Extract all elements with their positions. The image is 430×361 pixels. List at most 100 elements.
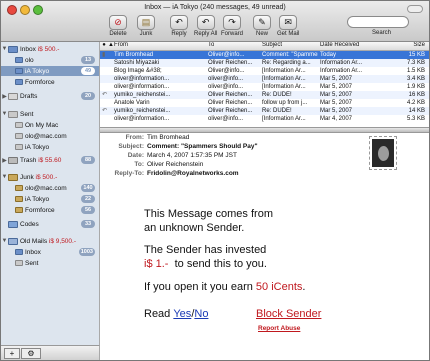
table-cell: Mar 5, 2007 xyxy=(320,76,353,82)
column-header-size[interactable]: Size xyxy=(403,42,425,48)
compose-icon: ✎ xyxy=(253,15,271,30)
forward-button[interactable]: ↷ Forward xyxy=(221,15,243,37)
unread-count-badge: 13 xyxy=(81,56,95,64)
table-row[interactable]: Satoshi Miyazaki Oliver Reichen... Re: Reg… xyxy=(100,59,429,67)
table-cell: Oliver@info... xyxy=(208,68,245,74)
table-row[interactable]: ↶ yumiko_reichenstei... Oliver Reichen... R… xyxy=(100,107,429,115)
table-row[interactable]: ↶ yumiko_reichenstei... Oliver Reichen... R… xyxy=(100,91,429,99)
to-label: To: xyxy=(134,161,144,168)
table-cell: Tim Bromhead xyxy=(114,52,154,58)
disclosure-open-icon[interactable]: ▼ xyxy=(1,174,8,180)
disclosure-closed-icon[interactable]: ▶ xyxy=(1,157,8,164)
sidebar-item-junk-formforce[interactable]: Formforce 56 xyxy=(1,205,99,215)
table-row[interactable]: Blog Image &#38; Oliver@info... [Informati… xyxy=(100,67,429,75)
sidebar-item-trash[interactable]: ▶ Trash i$ 55.60 88 xyxy=(1,155,99,165)
junk-button[interactable]: ▤ Junk xyxy=(137,15,155,37)
sidebar-item-sent-olo[interactable]: olo@mac.com xyxy=(1,131,99,141)
mailbox-sidebar: ▼ Inbox i$ 500.- olo 13 iA Tokyo 49 Form… xyxy=(1,42,100,345)
toolbar-toggle-button[interactable] xyxy=(407,5,423,13)
sidebar-item-onmymac[interactable]: On My Mac xyxy=(1,120,99,130)
date-value: March 4, 2007 1:57:35 PM JST xyxy=(147,152,237,159)
from-value: Tim Bromhead xyxy=(147,134,190,141)
block-sender-link[interactable]: Block Sender xyxy=(256,308,321,320)
read-no-link[interactable]: No xyxy=(194,308,208,320)
reply-all-icon: ↶ xyxy=(196,15,215,30)
column-header-date[interactable]: Date Received xyxy=(320,42,359,48)
search-input[interactable] xyxy=(347,16,409,28)
delete-icon: ⊘ xyxy=(109,15,127,30)
table-cell: Mar 4, 2007 xyxy=(320,116,353,122)
table-cell: oliver@information... xyxy=(114,84,170,90)
column-header-subject[interactable]: Subject xyxy=(262,42,282,48)
table-row[interactable]: ▮ Tim Bromhead Oliver@info... Comment: "Spa… xyxy=(100,51,429,59)
column-header-from[interactable]: From xyxy=(114,42,128,48)
disclosure-open-icon[interactable]: ▼ xyxy=(1,238,8,244)
sidebar-item-olo[interactable]: olo 13 xyxy=(1,55,99,65)
message-rows: ▮ Tim Bromhead Oliver@info... Comment: "Spa… xyxy=(100,51,429,123)
table-cell: follow up from j... xyxy=(262,100,308,106)
message-list: ● ▲ From To Subject Date Received Size ▮… xyxy=(100,42,429,127)
count-badge: 22 xyxy=(81,195,95,203)
reply-button[interactable]: ↶ Reply xyxy=(170,15,188,37)
sidebar-item-junk[interactable]: ▼ Junk i$ 500.- xyxy=(1,172,99,182)
forward-icon: ↷ xyxy=(223,15,241,30)
table-row[interactable]: oliver@information... oliver@info... [Info… xyxy=(100,75,429,83)
read-choice: Read Yes/No xyxy=(144,308,209,320)
sidebar-item-sent-iatokyo[interactable]: iA Tokyo xyxy=(1,142,99,152)
table-cell: [Information Ar... xyxy=(262,76,306,82)
table-row[interactable]: oliver@information... oliver@info... [Info… xyxy=(100,115,429,123)
read-yes-link[interactable]: Yes xyxy=(173,308,191,320)
stamp-image xyxy=(369,136,397,170)
table-cell: Oliver Reichen... xyxy=(208,60,253,66)
invested-amount: i$ 1.- xyxy=(144,258,169,270)
body-line: an unknown Sender. xyxy=(144,222,245,234)
date-label: Date: xyxy=(127,152,144,159)
table-cell: Information Ar... xyxy=(320,68,363,74)
report-abuse-link[interactable]: Report Abuse xyxy=(258,325,300,332)
sidebar-item-formforce[interactable]: Formforce xyxy=(1,77,99,87)
subject-value: Comment: "Spammers Should Pay" xyxy=(147,143,258,150)
sidebar-item-sent[interactable]: ▼ Sent xyxy=(1,109,99,119)
disclosure-closed-icon[interactable]: ▶ xyxy=(1,93,8,100)
sidebar-item-junk-olo[interactable]: olo@mac.com 140 xyxy=(1,183,99,193)
table-cell: Oliver Reichen... xyxy=(208,100,253,106)
computer-icon xyxy=(15,122,23,128)
status-column-header[interactable]: ● xyxy=(100,42,108,48)
table-cell: 5.3 KB xyxy=(406,116,425,122)
new-message-button[interactable]: ✎ New xyxy=(253,15,271,37)
disclosure-open-icon[interactable]: ▼ xyxy=(1,111,8,117)
table-cell: oliver@info... xyxy=(208,84,244,90)
table-row[interactable]: Anatole Varin Oliver Reichen... follow up … xyxy=(100,99,429,107)
table-cell: oliver@info... xyxy=(208,76,244,82)
table-cell: 7.3 KB xyxy=(406,60,425,66)
reply-all-button[interactable]: ↶ Reply All xyxy=(194,15,217,37)
window-title: Inbox — iA Tokyo (240 messages, 49 unrea… xyxy=(144,4,286,11)
sidebar-item-old-inbox[interactable]: Inbox 1003 xyxy=(1,247,99,257)
count-badge: 88 xyxy=(81,156,95,164)
sidebar-item-drafts[interactable]: ▶ Drafts 20 xyxy=(1,91,99,101)
sidebar-item-old-sent[interactable]: Sent xyxy=(1,258,99,268)
disclosure-open-icon[interactable]: ▼ xyxy=(1,46,8,52)
at-icon xyxy=(15,133,23,139)
table-cell: Mar 5, 2007 xyxy=(320,84,353,90)
delete-button[interactable]: ⊘ Delete xyxy=(109,15,127,37)
get-mail-button[interactable]: ✉ Get Mail xyxy=(277,15,299,37)
sidebar-item-codes[interactable]: Codes 33 xyxy=(1,219,99,229)
mailbox-icon xyxy=(15,79,23,85)
replyto-value[interactable]: Fridolin@Royalnetworks.com xyxy=(147,170,239,177)
sidebar-item-junk-iatokyo[interactable]: iA Tokyo 22 xyxy=(1,194,99,204)
table-cell: Re: DUDE! xyxy=(262,92,292,98)
sidebar-item-oldmails[interactable]: ▼ Old Mails i$ 9,500.- xyxy=(1,236,99,246)
table-row[interactable]: oliver@information... oliver@info... [Info… xyxy=(100,83,429,91)
sidebar-item-iatokyo[interactable]: iA Tokyo 49 xyxy=(1,66,99,76)
sidebar-item-inbox[interactable]: ▼ Inbox i$ 500.- xyxy=(1,44,99,54)
report-wrap: Report Abuse xyxy=(258,325,300,332)
table-cell: 14 KB xyxy=(408,108,425,114)
table-cell: oliver@information... xyxy=(114,116,170,122)
action-menu-button[interactable]: ⚙ xyxy=(21,348,41,359)
table-cell: Oliver Reichen... xyxy=(208,92,253,98)
mailbox-icon xyxy=(15,144,23,150)
add-mailbox-button[interactable]: + xyxy=(4,348,20,359)
column-header-to[interactable]: To xyxy=(208,42,214,48)
table-cell: oliver@info... xyxy=(208,116,244,122)
